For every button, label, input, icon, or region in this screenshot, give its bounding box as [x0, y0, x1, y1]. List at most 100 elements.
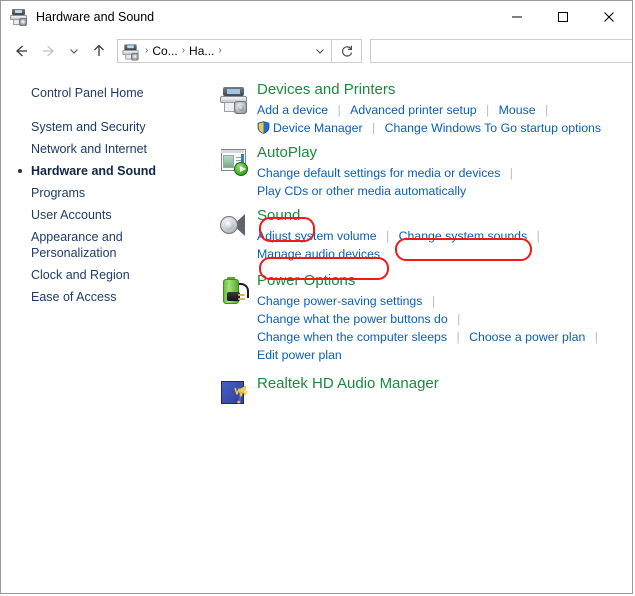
sidebar-item-programs[interactable]: Programs: [1, 182, 213, 204]
link-play-cds-or-other-media-automatically[interactable]: Play CDs or other media automatically: [257, 182, 466, 200]
sidebar-item-control-panel-home[interactable]: Control Panel Home: [1, 82, 213, 104]
breadcrumb-item-hardware[interactable]: Ha...: [187, 44, 216, 58]
category-title-autoplay[interactable]: AutoPlay: [257, 143, 317, 163]
sidebar-item-label: Programs: [31, 186, 86, 200]
link-row: Play CDs or other media automatically: [257, 182, 626, 200]
caption-buttons: [494, 1, 632, 32]
link-row: Add a device | Advanced printer setup | …: [257, 101, 626, 119]
category-devices-and-printers: Devices and Printers Add a device | Adva…: [213, 80, 632, 137]
back-button-icon[interactable]: [7, 37, 35, 65]
link-row: Change default settings for media or dev…: [257, 164, 626, 182]
sidebar-item-label: System and Security: [31, 120, 146, 134]
printer-camera-icon: [10, 8, 28, 26]
link-row: Adjust system volume | Change system sou…: [257, 227, 626, 245]
link-row: Manage audio devices: [257, 245, 626, 263]
navigation-toolbar: › Co... › Ha... ›: [1, 32, 632, 70]
sidebar-item-user-accounts[interactable]: User Accounts: [1, 204, 213, 226]
link-add-a-device[interactable]: Add a device: [257, 101, 328, 119]
speaker-icon: [220, 212, 250, 240]
link-change-windows-to-go-startup-options[interactable]: Change Windows To Go startup options: [385, 119, 601, 137]
link-row: Change what the power buttons do |: [257, 310, 626, 328]
sidebar-item-hardware-and-sound[interactable]: Hardware and Sound: [1, 160, 213, 182]
search-input[interactable]: [371, 41, 630, 61]
minimize-button[interactable]: [494, 1, 540, 32]
link-edit-power-plan[interactable]: Edit power plan: [257, 346, 342, 364]
category-power-options: Power Options Change power-saving settin…: [213, 271, 632, 364]
link-separator: |: [509, 166, 513, 180]
link-change-power-saving-settings[interactable]: Change power-saving settings: [257, 292, 422, 310]
address-bar[interactable]: › Co... › Ha... ›: [117, 39, 332, 63]
category-sound: Sound Adjust system volume | Change syst…: [213, 206, 632, 263]
sidebar-item-system-and-security[interactable]: System and Security: [1, 116, 213, 138]
title-bar: Hardware and Sound: [1, 1, 632, 32]
devices-and-printers-icon-wrap: [213, 80, 257, 137]
autoplay-icon-wrap: [213, 143, 257, 200]
refresh-button[interactable]: [332, 39, 362, 63]
category-title-devices-and-printers[interactable]: Devices and Printers: [257, 80, 395, 100]
link-separator: |: [536, 229, 540, 243]
link-row: Change power-saving settings |: [257, 292, 626, 310]
link-row: Change when the computer sleeps | Choose…: [257, 328, 626, 346]
address-dropdown-icon[interactable]: [309, 45, 331, 57]
content-area: Control Panel Home System and Security N…: [1, 70, 632, 593]
link-change-what-the-power-buttons-do[interactable]: Change what the power buttons do: [257, 310, 448, 328]
link-device-manager[interactable]: Device Manager: [273, 119, 363, 137]
category-title-realtek-hd-audio-manager[interactable]: Realtek HD Audio Manager: [257, 374, 439, 394]
link-row: Edit power plan: [257, 346, 626, 364]
sidebar: Control Panel Home System and Security N…: [1, 70, 213, 593]
link-choose-a-power-plan[interactable]: Choose a power plan: [469, 328, 585, 346]
sidebar-item-label: Hardware and Sound: [31, 164, 157, 178]
power-battery-icon-wrap: [213, 271, 257, 364]
shield-icon: [257, 121, 270, 134]
breadcrumb-item-control-panel[interactable]: Co...: [150, 44, 179, 58]
category-realtek-hd-audio-manager: Realtek HD Audio Manager: [213, 374, 632, 408]
link-separator: |: [594, 330, 598, 344]
link-separator: |: [545, 103, 549, 117]
maximize-button[interactable]: [540, 1, 586, 32]
link-separator: |: [456, 330, 460, 344]
recent-locations-chevron-icon[interactable]: [63, 37, 85, 65]
sidebar-item-network-and-internet[interactable]: Network and Internet: [1, 138, 213, 160]
category-title-power-options[interactable]: Power Options: [257, 271, 355, 291]
link-change-when-the-computer-sleeps[interactable]: Change when the computer sleeps: [257, 328, 447, 346]
link-adjust-system-volume[interactable]: Adjust system volume: [257, 227, 377, 245]
speaker-icon-wrap: [213, 206, 257, 263]
autoplay-icon: [220, 149, 250, 177]
sidebar-item-label: Network and Internet: [31, 142, 148, 156]
link-mouse[interactable]: Mouse: [499, 101, 536, 119]
search-icon[interactable]: [630, 44, 632, 59]
window-title: Hardware and Sound: [36, 9, 155, 24]
sidebar-item-label: Control Panel Home: [31, 86, 144, 100]
breadcrumb-separator[interactable]: ›: [143, 46, 150, 56]
search-box[interactable]: [370, 39, 632, 63]
devices-and-printers-icon: [220, 86, 250, 116]
realtek-audio-icon-wrap: [213, 374, 257, 408]
category-title-sound[interactable]: Sound: [257, 206, 300, 226]
link-row: Device Manager | Change Windows To Go st…: [257, 119, 626, 137]
link-change-default-settings-for-media-or-devices[interactable]: Change default settings for media or dev…: [257, 164, 500, 182]
current-item-bullet-icon: [18, 169, 22, 173]
link-separator: |: [337, 103, 341, 117]
breadcrumb-separator[interactable]: ›: [180, 46, 187, 56]
sidebar-item-label: User Accounts: [31, 208, 112, 222]
close-button[interactable]: [586, 1, 632, 32]
sidebar-item-appearance-and-personalization[interactable]: Appearance and Personalization: [1, 226, 213, 264]
category-list: Devices and Printers Add a device | Adva…: [213, 70, 632, 593]
address-bar-printer-icon: [122, 43, 139, 61]
category-autoplay: AutoPlay Change default settings for med…: [213, 143, 632, 200]
realtek-audio-icon: [220, 380, 250, 408]
sidebar-item-label: Ease of Access: [31, 290, 117, 304]
breadcrumb-separator-last[interactable]: ›: [216, 46, 223, 56]
control-panel-window: Hardware and Sound › Co... › Ha... › Con…: [0, 0, 633, 594]
power-battery-icon: [220, 277, 250, 309]
link-advanced-printer-setup[interactable]: Advanced printer setup: [350, 101, 476, 119]
link-separator: |: [371, 121, 376, 135]
sidebar-item-label: Appearance and Personalization: [31, 230, 123, 260]
link-manage-audio-devices[interactable]: Manage audio devices: [257, 245, 380, 263]
link-change-system-sounds[interactable]: Change system sounds: [399, 227, 528, 245]
link-separator: |: [431, 294, 436, 308]
sidebar-item-ease-of-access[interactable]: Ease of Access: [1, 286, 213, 308]
sidebar-item-clock-and-region[interactable]: Clock and Region: [1, 264, 213, 286]
up-button-icon[interactable]: [85, 37, 113, 65]
link-separator: |: [386, 229, 390, 243]
